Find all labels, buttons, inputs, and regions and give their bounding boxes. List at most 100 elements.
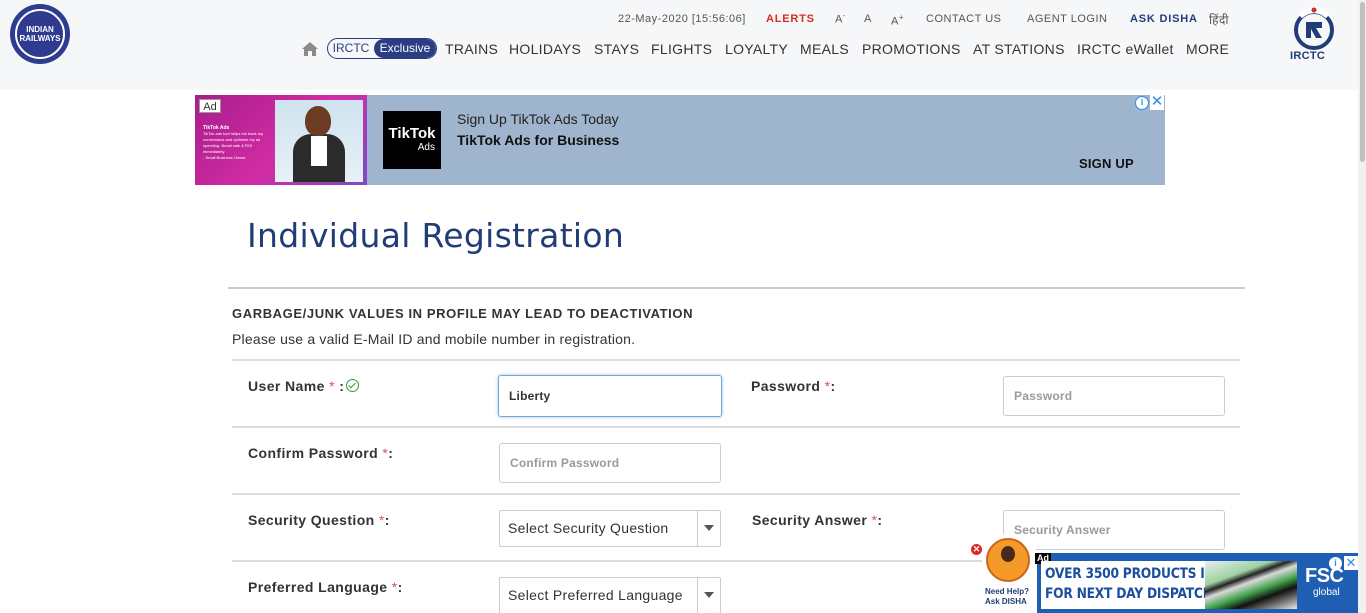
nav-irctc-ewallet[interactable]: IRCTC eWallet — [1077, 41, 1174, 57]
form-divider — [232, 426, 1240, 428]
nav-at-stations[interactable]: AT STATIONS — [973, 41, 1065, 57]
nav-loyalty[interactable]: LOYALTY — [725, 41, 788, 57]
logo-left-text: INDIAN RAILWAYS — [19, 25, 61, 43]
bottom-ad-close-icon[interactable]: ✕ — [1344, 556, 1358, 570]
font-size-large[interactable]: A+ — [891, 13, 904, 28]
preferred-language-selected: Select Preferred Language — [508, 587, 683, 603]
security-question-label: Security Question *: — [248, 512, 390, 528]
irctc-exclusive-pill[interactable]: IRCTC Exclusive — [327, 38, 437, 59]
ad-image-caption-author: - Small Business Owner — [203, 155, 246, 160]
ad-headline[interactable]: Sign Up TikTok Ads Today — [457, 111, 619, 127]
tiktok-ad-banner[interactable]: TikTok Ads TikTok ads tool helps me trac… — [195, 94, 1165, 185]
disha-line2: Ask DISHA — [985, 597, 1027, 606]
nav-more[interactable]: MORE — [1186, 41, 1229, 57]
confirm-password-label-suffix: : — [388, 445, 394, 461]
ask-disha-link[interactable]: ASK DISHA — [1130, 13, 1198, 25]
password-label-text: Password — [751, 378, 821, 394]
required-marker: * — [329, 378, 335, 394]
password-label: Password *: — [751, 378, 836, 394]
security-question-label-text: Security Question — [248, 512, 375, 528]
home-icon[interactable] — [302, 42, 318, 56]
ad-photo — [275, 100, 363, 182]
tiktok-logo-sub: Ads — [417, 142, 435, 153]
security-question-selected: Select Security Question — [508, 520, 669, 536]
nav-trains[interactable]: TRAINS — [445, 41, 498, 57]
preferred-language-label: Preferred Language *: — [248, 579, 403, 595]
nav-stays[interactable]: STAYS — [594, 41, 639, 57]
warning-subtitle: Please use a valid E-Mail ID and mobile … — [232, 331, 636, 347]
photo-head — [305, 106, 331, 136]
security-answer-input[interactable] — [1003, 510, 1225, 550]
disha-close-icon[interactable]: ✕ — [971, 544, 982, 555]
nav-promotions[interactable]: PROMOTIONS — [862, 41, 961, 57]
fsc-ad-line2: FOR NEXT DAY DISPATCH — [1045, 586, 1213, 602]
nav-holidays[interactable]: HOLIDAYS — [509, 41, 581, 57]
form-divider — [232, 359, 1240, 361]
nav-flights[interactable]: FLIGHTS — [651, 41, 712, 57]
security-answer-label: Security Answer *: — [752, 512, 882, 528]
ad-sign-up-button[interactable]: SIGN UP — [1079, 156, 1134, 171]
check-circle-icon — [346, 379, 360, 392]
contact-us-link[interactable]: CONTACT US — [926, 13, 1002, 25]
ad-close-icon[interactable]: ✕ — [1150, 94, 1164, 110]
tiktok-logo-text: TikTok — [388, 125, 436, 142]
title-divider — [228, 287, 1245, 289]
agent-login-link[interactable]: AGENT LOGIN — [1027, 13, 1107, 25]
security-question-select[interactable]: Select Security Question — [499, 510, 721, 547]
minus-sign: - — [842, 13, 846, 20]
confirm-password-label-text: Confirm Password — [248, 445, 379, 461]
disha-avatar — [986, 538, 1030, 582]
ask-disha-widget[interactable]: Need Help? Ask DISHA — [982, 534, 1036, 613]
preferred-language-label-suffix: : — [397, 579, 403, 595]
font-small-label: A — [835, 13, 843, 26]
site-header: INDIAN RAILWAYS 22-May-2020 [15:56:06] A… — [0, 0, 1366, 90]
pill-exclusive-label: Exclusive — [374, 39, 436, 58]
username-label-text: User Name — [248, 378, 325, 394]
alerts-link[interactable]: ALERTS — [766, 13, 815, 25]
ad-info-icon[interactable]: i — [1135, 96, 1149, 110]
fsc-ad-inner: OVER 3500 PRODUCTS IN STOCK FOR NEXT DAY… — [1041, 561, 1297, 609]
security-question-label-suffix: : — [384, 512, 390, 528]
username-label: User Name * : — [248, 378, 360, 394]
fsc-brand-sub: global — [1313, 587, 1340, 598]
security-answer-label-text: Security Answer — [752, 512, 868, 528]
page: INDIAN RAILWAYS 22-May-2020 [15:56:06] A… — [0, 0, 1366, 613]
username-input[interactable] — [498, 375, 722, 417]
chevron-down-icon[interactable] — [697, 511, 720, 546]
form-divider — [232, 493, 1240, 495]
hindi-language-link[interactable]: हिंदी — [1209, 11, 1229, 28]
font-size-normal[interactable]: A — [864, 13, 872, 25]
ad-tag: Ad — [199, 99, 221, 113]
datetime: 22-May-2020 [15:56:06] — [618, 13, 746, 25]
page-title: Individual Registration — [247, 216, 625, 255]
username-label-suffix: : — [339, 378, 345, 394]
password-label-suffix: : — [830, 378, 836, 394]
disha-line1: Need Help? — [985, 587, 1030, 596]
font-large-label: A — [891, 15, 899, 28]
confirm-password-label: Confirm Password *: — [248, 445, 393, 461]
bottom-ad-info-icon[interactable]: i — [1329, 557, 1342, 570]
pill-irctc-label: IRCTC — [332, 41, 370, 55]
plus-sign: + — [898, 13, 905, 22]
disha-caption: Need Help? Ask DISHA — [985, 587, 1029, 607]
irctc-logo-mark — [1294, 7, 1334, 50]
irctc-logo-caption: IRCTC — [1290, 50, 1326, 62]
photo-shirt — [311, 136, 327, 166]
irctc-logo[interactable]: IRCTC — [1286, 6, 1342, 66]
font-size-small[interactable]: A- — [835, 13, 846, 26]
scrollbar-thumb[interactable] — [1360, 2, 1365, 162]
fsc-ad-banner[interactable]: Ad OVER 3500 PRODUCTS IN STOCK FOR NEXT … — [1035, 553, 1360, 613]
ad-image-caption-text: TikTok ads tool helps me track my conver… — [203, 131, 264, 154]
ad-subheadline[interactable]: TikTok Ads for Business — [457, 132, 619, 148]
chevron-down-icon[interactable] — [697, 578, 720, 613]
cables-image — [1205, 561, 1297, 609]
preferred-language-select[interactable]: Select Preferred Language — [499, 577, 721, 613]
confirm-password-input[interactable] — [499, 443, 721, 483]
ad-image-caption: TikTok Ads TikTok ads tool helps me trac… — [203, 125, 271, 161]
security-answer-label-suffix: : — [877, 512, 883, 528]
nav-meals[interactable]: MEALS — [800, 41, 849, 57]
indian-railways-logo[interactable]: INDIAN RAILWAYS — [10, 4, 70, 64]
logo-ring: INDIAN RAILWAYS — [15, 9, 65, 59]
password-input[interactable] — [1003, 376, 1225, 416]
preferred-language-label-text: Preferred Language — [248, 579, 388, 595]
